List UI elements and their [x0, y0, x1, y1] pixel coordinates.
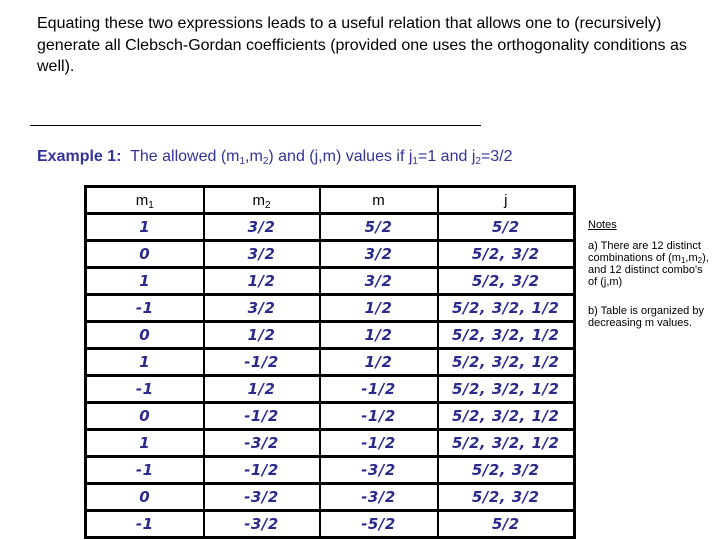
- cell-j: 5/2, 3/2, 1/2: [436, 293, 576, 323]
- example-text-1: The allowed (m: [130, 148, 240, 165]
- cell-m1: -1: [84, 455, 205, 485]
- cell-m: -3/2: [318, 482, 439, 512]
- cell-m2: -3/2: [202, 428, 321, 458]
- cell-m1: 0: [84, 320, 205, 350]
- cell-m: 1/2: [318, 320, 439, 350]
- header-m1: m1: [84, 185, 205, 215]
- example-text-3: ) and (j,m) values if j: [268, 148, 413, 165]
- cell-m2: 3/2: [202, 293, 321, 323]
- cell-m: -1/2: [318, 374, 439, 404]
- note-b: b) Table is organized by decreasing m va…: [588, 305, 704, 329]
- example-label: Example 1:: [37, 148, 122, 165]
- cell-m1: -1: [84, 509, 205, 539]
- cell-m: 1/2: [318, 293, 439, 323]
- cell-m: 3/2: [318, 266, 439, 296]
- header-j: j: [436, 185, 576, 215]
- cell-m: 3/2: [318, 239, 439, 269]
- cell-m2: 3/2: [202, 212, 321, 242]
- cell-m2: -3/2: [202, 509, 321, 539]
- header-m2: m2: [202, 185, 321, 215]
- example-heading: Example 1: The allowed (m1,m2) and (j,m)…: [37, 148, 513, 167]
- cell-m1: -1: [84, 374, 205, 404]
- table-row: 0 3/2 3/2 5/2, 3/2: [84, 239, 576, 269]
- header-m2-base: m: [252, 191, 265, 209]
- cell-j: 5/2: [436, 509, 576, 539]
- header-m1-base: m: [135, 191, 149, 209]
- table-body: 1 3/2 5/2 5/2 0 3/2 3/2 5/2, 3/2 1 1/2 3/2 5/2, 3/2…: [84, 212, 576, 539]
- cell-m2: -1/2: [202, 455, 321, 485]
- cell-m2: 3/2: [202, 239, 321, 269]
- intro-paragraph: Equating these two expressions leads to …: [37, 15, 687, 75]
- table-row: 1 -1/2 1/2 5/2, 3/2, 1/2: [84, 347, 576, 377]
- cell-m2: 1/2: [202, 266, 321, 296]
- cell-m1: -1: [84, 293, 205, 323]
- cell-m1: 0: [84, 401, 205, 431]
- cell-m: -5/2: [318, 509, 439, 539]
- cell-m2: -1/2: [202, 347, 321, 377]
- cell-j: 5/2, 3/2, 1/2: [436, 320, 576, 350]
- header-m: m: [318, 185, 439, 215]
- cell-j: 5/2: [436, 212, 576, 242]
- example-text-2: ,m: [245, 148, 263, 165]
- cell-m1: 1: [84, 428, 205, 458]
- notes-title: Notes: [588, 219, 617, 231]
- header-m1-sub: 1: [148, 199, 154, 211]
- table-row: 0 1/2 1/2 5/2, 3/2, 1/2: [84, 320, 576, 350]
- cell-j: 5/2, 3/2: [436, 482, 576, 512]
- table-row: -1 -3/2 -5/2 5/2: [84, 509, 576, 539]
- cell-m: -3/2: [318, 455, 439, 485]
- table-row: 1 1/2 3/2 5/2, 3/2: [84, 266, 576, 296]
- table-row: -1 3/2 1/2 5/2, 3/2, 1/2: [84, 293, 576, 323]
- cg-values-table: m1 m2 m j 1 3/2 5/2 5/2 0 3/2 3/2 5/2, 3/2 1 1/2 3…: [84, 185, 576, 539]
- header-m-base: m: [372, 191, 385, 209]
- cell-m: -1/2: [318, 428, 439, 458]
- table-header-row: m1 m2 m j: [84, 185, 576, 215]
- notes-panel: Notes a) There are 12 distinct combinati…: [588, 219, 713, 346]
- table-row: 1 -3/2 -1/2 5/2, 3/2, 1/2: [84, 428, 576, 458]
- cell-j: 5/2, 3/2, 1/2: [436, 428, 576, 458]
- example-text-5: =3/2: [480, 148, 513, 165]
- cell-m1: 1: [84, 212, 205, 242]
- cell-m1: 0: [84, 482, 205, 512]
- cell-m1: 1: [84, 347, 205, 377]
- table-row: -1 1/2 -1/2 5/2, 3/2, 1/2: [84, 374, 576, 404]
- cell-m: 1/2: [318, 347, 439, 377]
- cell-m: -1/2: [318, 401, 439, 431]
- cell-m1: 0: [84, 239, 205, 269]
- cell-m2: -3/2: [202, 482, 321, 512]
- cell-j: 5/2, 3/2: [436, 239, 576, 269]
- note-a: a) There are 12 distinct combinations of…: [588, 240, 713, 288]
- table-row: 0 -3/2 -3/2 5/2, 3/2: [84, 482, 576, 512]
- cell-m1: 1: [84, 266, 205, 296]
- note-a-text-2: ,m: [685, 252, 698, 264]
- cell-m2: -1/2: [202, 401, 321, 431]
- cell-m2: 1/2: [202, 320, 321, 350]
- cell-j: 5/2, 3/2, 1/2: [436, 401, 576, 431]
- cell-j: 5/2, 3/2: [436, 266, 576, 296]
- header-j-base: j: [504, 191, 508, 209]
- horizontal-divider: [30, 125, 481, 126]
- cell-j: 5/2, 3/2: [436, 455, 576, 485]
- table-row: 1 3/2 5/2 5/2: [84, 212, 576, 242]
- header-m2-sub: 2: [264, 199, 271, 211]
- example-text-4: =1 and j: [417, 148, 476, 165]
- cell-j: 5/2, 3/2, 1/2: [436, 347, 576, 377]
- cell-m2: 1/2: [202, 374, 321, 404]
- table-row: 0 -1/2 -1/2 5/2, 3/2, 1/2: [84, 401, 576, 431]
- cell-m: 5/2: [318, 212, 439, 242]
- cell-j: 5/2, 3/2, 1/2: [436, 374, 576, 404]
- table-row: -1 -1/2 -3/2 5/2, 3/2: [84, 455, 576, 485]
